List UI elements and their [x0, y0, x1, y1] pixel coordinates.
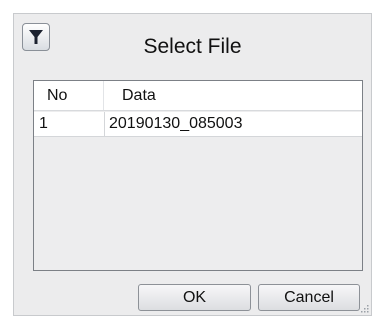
cancel-button[interactable]: Cancel: [258, 284, 360, 311]
resize-grip-icon[interactable]: [361, 305, 369, 313]
dialog-title: Select File: [143, 35, 242, 58]
row-no-cell: 1: [39, 115, 48, 132]
list-header: No Data: [34, 81, 362, 111]
column-header-data[interactable]: Data: [104, 81, 362, 110]
ok-button[interactable]: OK: [138, 284, 251, 311]
row-data-cell: 20190130_085003: [104, 112, 362, 136]
dialog-titlebar[interactable]: Select File: [14, 14, 371, 66]
select-file-dialog: Select File No Data 1 20190130_085003 OK…: [13, 13, 372, 316]
column-header-no[interactable]: No: [34, 81, 104, 110]
list-item[interactable]: 1 20190130_085003: [34, 112, 362, 137]
file-list[interactable]: No Data 1 20190130_085003: [33, 80, 363, 271]
